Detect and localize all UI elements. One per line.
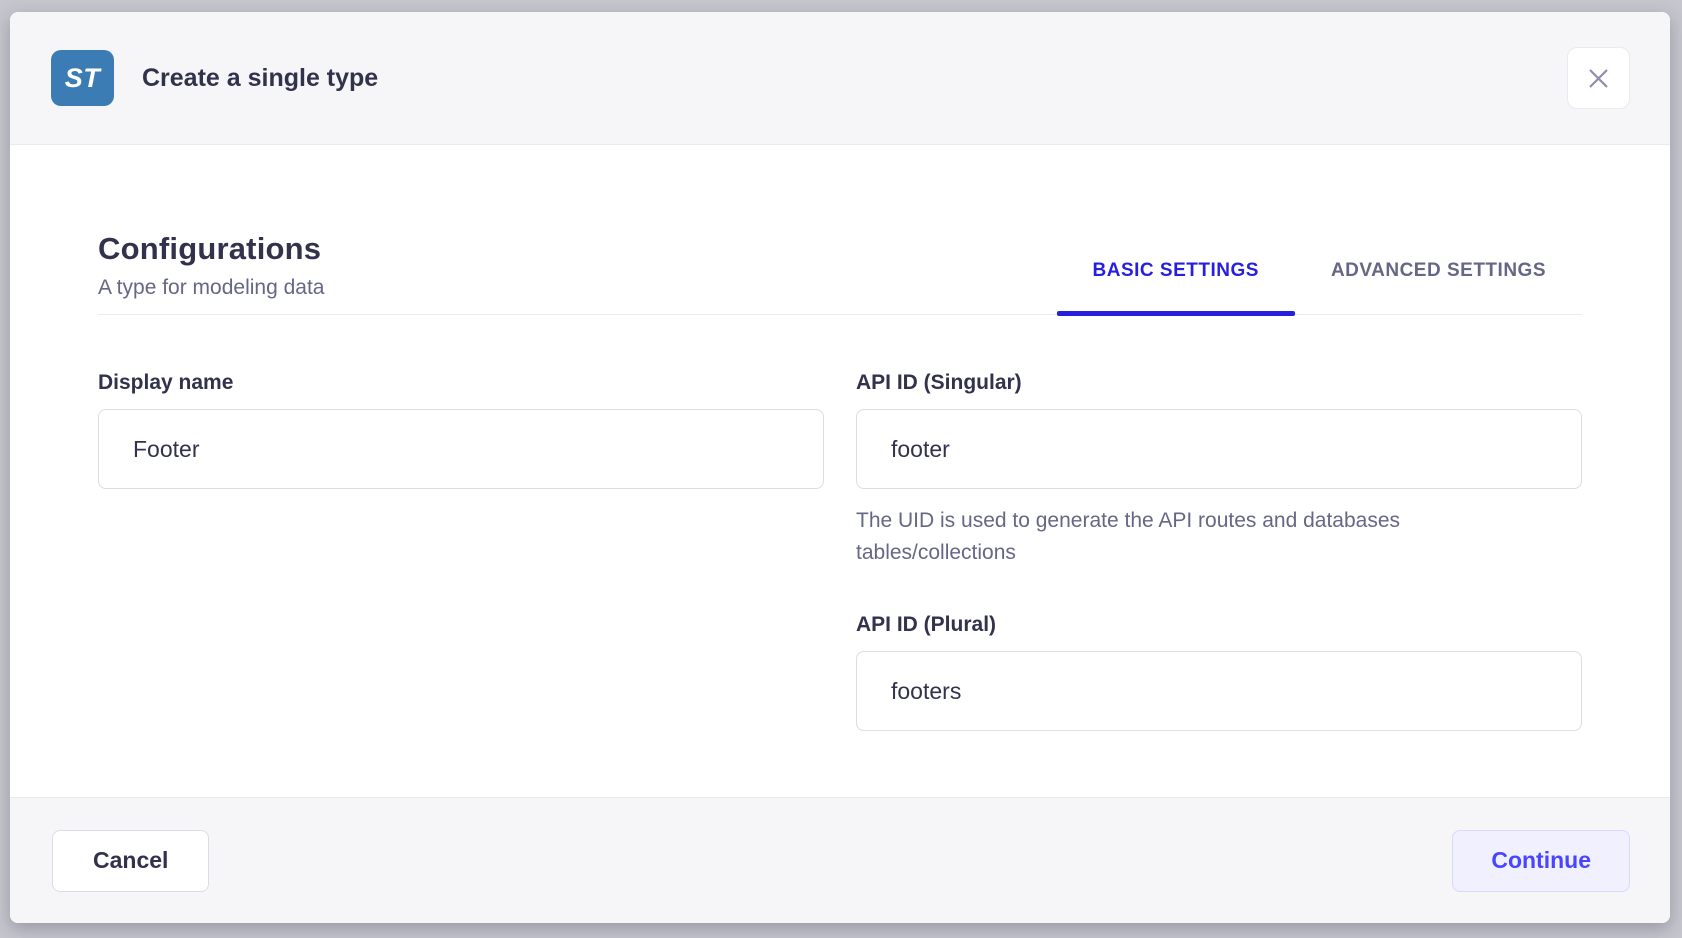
api-id-plural-input[interactable]	[856, 651, 1582, 731]
modal-header: ST Create a single type	[10, 12, 1670, 145]
single-type-badge: ST	[51, 50, 114, 106]
api-id-plural-field: API ID (Plural)	[856, 613, 1582, 731]
api-id-singular-hint: The UID is used to generate the API rout…	[856, 505, 1496, 569]
section-head: Configurations A type for modeling data	[98, 231, 1057, 314]
modal-footer: Cancel Continue	[10, 797, 1670, 923]
display-name-input[interactable]	[98, 409, 824, 489]
tab-basic-settings[interactable]: BASIC SETTINGS	[1057, 260, 1295, 314]
section-header-row: Configurations A type for modeling data …	[98, 231, 1582, 315]
modal-body: Configurations A type for modeling data …	[10, 145, 1670, 797]
settings-tabs: BASIC SETTINGS ADVANCED SETTINGS	[1057, 260, 1582, 314]
section-subtitle: A type for modeling data	[98, 276, 1057, 300]
create-single-type-modal: ST Create a single type Configurations A…	[10, 12, 1670, 923]
configuration-form: Display name API ID (Singular) The UID i…	[98, 371, 1582, 731]
continue-button[interactable]: Continue	[1452, 830, 1630, 892]
api-id-singular-field: API ID (Singular) The UID is used to gen…	[856, 371, 1582, 569]
modal-title: Create a single type	[142, 64, 378, 93]
api-id-singular-label: API ID (Singular)	[856, 371, 1582, 395]
close-icon	[1585, 65, 1612, 92]
form-column-right: API ID (Singular) The UID is used to gen…	[856, 371, 1582, 731]
section-title: Configurations	[98, 231, 1057, 267]
modal-backdrop[interactable]: ST Create a single type Configurations A…	[0, 0, 1682, 938]
single-type-badge-label: ST	[65, 63, 101, 94]
display-name-label: Display name	[98, 371, 824, 395]
api-id-plural-label: API ID (Plural)	[856, 613, 1582, 637]
api-id-singular-input[interactable]	[856, 409, 1582, 489]
cancel-button[interactable]: Cancel	[52, 830, 209, 892]
close-button[interactable]	[1567, 47, 1630, 109]
form-column-left: Display name	[98, 371, 824, 731]
display-name-field: Display name	[98, 371, 824, 489]
tab-advanced-settings[interactable]: ADVANCED SETTINGS	[1295, 260, 1582, 314]
